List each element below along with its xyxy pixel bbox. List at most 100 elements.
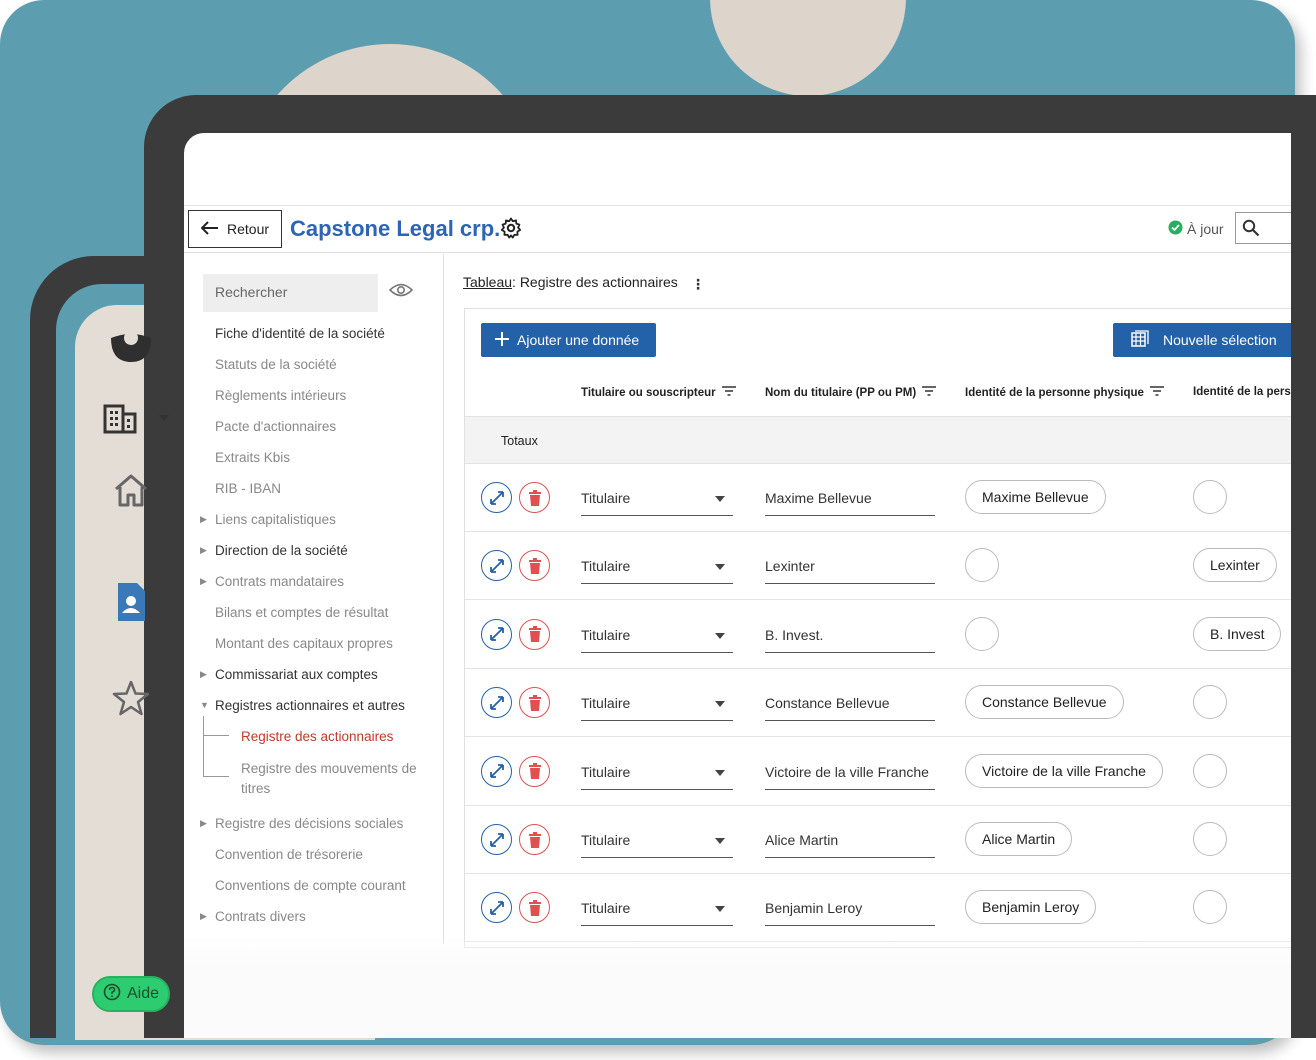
filter-icon[interactable] [1149, 386, 1164, 399]
new-selection-button[interactable]: Nouvelle sélection [1113, 323, 1291, 357]
holder-type-select[interactable]: Titulaire [581, 896, 733, 927]
empty-chip[interactable] [1193, 753, 1227, 788]
sidebar-item-kbis[interactable]: Extraits Kbis [215, 449, 290, 467]
holder-type-select[interactable]: Titulaire [581, 486, 733, 516]
table-row[interactable]: Titulaire Constance Bellevue Constance Bel… [465, 669, 1291, 738]
table-row[interactable]: Titulaire Maxime Bellevue Maxime Bellevue [465, 464, 1291, 532]
empty-chip[interactable] [965, 548, 999, 583]
filter-icon[interactable] [721, 386, 736, 399]
trash-icon[interactable] [519, 618, 550, 650]
table-row[interactable]: Titulaire Benjamin Leroy Benjamin Leroy [465, 874, 1291, 943]
trash-icon[interactable] [519, 482, 550, 513]
trash-icon[interactable] [519, 824, 550, 855]
table-row[interactable]: Titulaire Alice Martin Alice Martin [465, 806, 1291, 874]
home-icon[interactable] [110, 470, 152, 510]
column-header[interactable]: Identité de la personne physique [965, 386, 1164, 399]
expand-triangle-icon[interactable]: ▶ [200, 818, 207, 829]
natural-person-chip[interactable]: Alice Martin [965, 822, 1073, 856]
help-icon [103, 983, 121, 1006]
eye-icon[interactable] [388, 282, 414, 303]
sidebar-search-input[interactable]: Rechercher [203, 274, 378, 312]
sidebar-item-liens[interactable]: Liens capitalistiques [215, 511, 336, 529]
star-icon[interactable] [110, 678, 152, 718]
table-row[interactable]: Titulaire B. Invest. B. Invest [465, 601, 1291, 669]
expand-triangle-icon[interactable]: ▶ [200, 545, 207, 556]
table-row[interactable]: Titulaire Victoire de la ville Franche Vic… [465, 738, 1291, 806]
holder-name-field[interactable]: Maxime Bellevue [765, 486, 935, 516]
help-button[interactable]: Aide [92, 976, 170, 1012]
breadcrumb-link[interactable]: Tableau [463, 274, 512, 290]
holder-type-select[interactable]: Titulaire [581, 828, 733, 858]
expand-triangle-icon[interactable]: ▶ [200, 514, 207, 525]
holder-name-field[interactable]: Constance Bellevue [765, 691, 935, 722]
more-vertical-icon[interactable]: ⋮ [691, 276, 705, 293]
expand-arrows-icon[interactable] [481, 550, 512, 582]
contact-document-icon[interactable] [113, 580, 149, 624]
filter-icon[interactable] [922, 386, 937, 399]
natural-person-chip[interactable]: Constance Bellevue [965, 685, 1124, 720]
app-logo-icon[interactable] [108, 326, 154, 366]
gear-icon[interactable] [500, 217, 522, 244]
sidebar-item-compte-courant[interactable]: Conventions de compte courant [215, 877, 406, 895]
expand-arrows-icon[interactable] [481, 618, 512, 650]
column-header[interactable]: Identité de la pers [1193, 386, 1291, 398]
empty-chip[interactable] [965, 616, 999, 651]
expand-triangle-icon[interactable]: ▶ [200, 669, 207, 680]
column-header[interactable]: Titulaire ou souscripteur [581, 386, 736, 399]
sidebar-item-registres[interactable]: Registres actionnaires et autres [215, 697, 405, 715]
empty-chip[interactable] [1193, 822, 1227, 856]
building-icon[interactable] [100, 400, 140, 436]
sidebar-item-fiche-identite[interactable]: Fiche d'identité de la société [215, 325, 385, 343]
natural-person-chip[interactable]: Benjamin Leroy [965, 890, 1097, 925]
back-button[interactable]: Retour [188, 210, 282, 248]
trash-icon[interactable] [519, 755, 550, 787]
sidebar-item-contrats-mandataires[interactable]: Contrats mandataires [215, 573, 344, 591]
empty-chip[interactable] [1193, 480, 1227, 514]
holder-name-field[interactable]: Benjamin Leroy [765, 896, 935, 927]
sidebar-item-commissariat[interactable]: Commissariat aux comptes [215, 666, 378, 684]
natural-person-chip[interactable]: Maxime Bellevue [965, 480, 1106, 514]
sidebar-item-rib[interactable]: RIB - IBAN [215, 480, 281, 498]
sidebar-item-direction[interactable]: Direction de la société [215, 542, 348, 560]
sidebar-item-tresorerie[interactable]: Convention de trésorerie [215, 846, 363, 864]
expand-arrows-icon[interactable] [481, 482, 512, 513]
chevron-down-icon[interactable] [156, 410, 172, 426]
trash-icon[interactable] [519, 687, 550, 719]
column-header[interactable]: Nom du titulaire (PP ou PM) [765, 386, 937, 399]
trash-icon[interactable] [519, 550, 550, 582]
holder-name-field[interactable]: Lexinter [765, 554, 935, 585]
expand-triangle-icon[interactable]: ▶ [200, 576, 207, 587]
sidebar-item-statuts[interactable]: Statuts de la société [215, 356, 337, 374]
holder-name-field[interactable]: Victoire de la ville Franche [765, 760, 935, 790]
legal-person-chip[interactable]: B. Invest [1193, 616, 1282, 651]
search-input[interactable] [1235, 212, 1291, 244]
sidebar-item-contrats-divers[interactable]: Contrats divers [215, 908, 306, 926]
table-row[interactable]: Titulaire Lexinter Lexinter [465, 532, 1291, 601]
trash-icon[interactable] [519, 892, 550, 924]
holder-name-field[interactable]: Alice Martin [765, 828, 935, 858]
empty-chip[interactable] [1193, 685, 1227, 720]
holder-type-select[interactable]: Titulaire [581, 760, 733, 790]
expand-arrows-icon[interactable] [481, 687, 512, 719]
holder-type-select[interactable]: Titulaire [581, 554, 733, 585]
sidebar-item-registre-mouvements[interactable]: Registre des mouvements de titres [241, 759, 431, 799]
collapse-triangle-icon[interactable]: ▼ [200, 700, 209, 710]
sidebar-item-registre-actionnaires[interactable]: Registre des actionnaires [241, 728, 393, 746]
empty-chip[interactable] [1193, 890, 1227, 925]
legal-person-chip[interactable]: Lexinter [1193, 548, 1277, 583]
sidebar-item-pacte[interactable]: Pacte d'actionnaires [215, 418, 336, 436]
add-data-button[interactable]: Ajouter une donnée [481, 323, 656, 357]
expand-triangle-icon[interactable]: ▶ [200, 911, 207, 922]
sidebar-item-bilans[interactable]: Bilans et comptes de résultat [215, 604, 388, 622]
header-bar: Retour Capstone Legal crp. À jour [184, 205, 1291, 253]
expand-arrows-icon[interactable] [481, 755, 512, 787]
sidebar-item-reglements[interactable]: Règlements intérieurs [215, 387, 346, 405]
sidebar-item-decisions[interactable]: Registre des décisions sociales [215, 815, 403, 833]
expand-arrows-icon[interactable] [481, 892, 512, 924]
natural-person-chip[interactable]: Victoire de la ville Franche [965, 753, 1163, 788]
holder-type-select[interactable]: Titulaire [581, 691, 733, 722]
expand-arrows-icon[interactable] [481, 824, 512, 855]
holder-type-select[interactable]: Titulaire [581, 623, 733, 653]
holder-name-field[interactable]: B. Invest. [765, 623, 935, 653]
sidebar-item-capitaux[interactable]: Montant des capitaux propres [215, 635, 393, 653]
